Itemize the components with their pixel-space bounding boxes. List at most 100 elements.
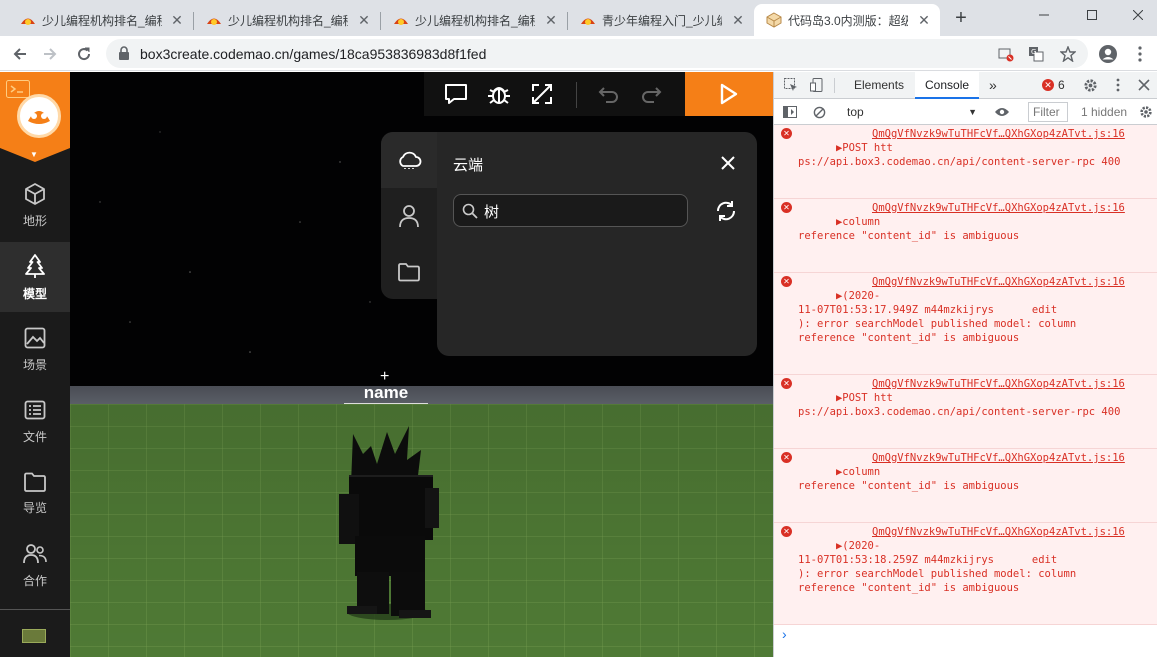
tab-title: 少儿编程机构排名_编程 <box>228 13 348 28</box>
tab-divider <box>834 78 835 93</box>
browser-tab[interactable]: 少儿编程机构排名_编程 ✕ <box>381 4 567 36</box>
error-icon: ✕ <box>781 526 792 537</box>
toolbar-divider <box>576 82 577 108</box>
svg-text:G: G <box>1031 48 1036 56</box>
close-window-icon[interactable] <box>1115 0 1157 30</box>
chat-button[interactable] <box>442 80 470 108</box>
browser-tab[interactable]: 少儿编程机构排名_编程 ✕ <box>194 4 380 36</box>
console-error-message[interactable]: ✕ ▶column reference "content_id" is ambig… <box>774 449 1157 523</box>
chevron-down-icon[interactable]: ▼ <box>30 150 38 159</box>
tab-cloud[interactable] <box>381 132 437 188</box>
bug-icon <box>488 87 510 104</box>
redo-button[interactable] <box>637 80 665 108</box>
model-search-input[interactable] <box>484 200 679 222</box>
cube-icon <box>25 182 45 205</box>
player-name-tag: name <box>344 383 428 404</box>
profile-button[interactable] <box>1097 43 1119 65</box>
sidebar-item-label: 文件 <box>22 429 47 444</box>
close-tab-icon[interactable]: ✕ <box>356 12 372 28</box>
console-error-message[interactable]: ✕ ▶POST htt ps://api.box3.codemao.cn/api/… <box>774 125 1157 199</box>
browser-tab[interactable]: 青少年编程入门_少儿编 ✕ <box>568 4 754 36</box>
error-icon: ✕ <box>781 128 792 139</box>
console-settings-gear-icon[interactable] <box>1138 104 1154 120</box>
map-thumbnail[interactable] <box>22 629 46 643</box>
console-prompt-input[interactable]: › <box>774 625 1157 643</box>
expand-icon <box>532 84 552 104</box>
error-icon: ✕ <box>781 452 792 463</box>
error-count-badge[interactable]: ✕ 6 <box>1042 78 1065 92</box>
folder-icon <box>398 263 420 282</box>
close-tab-icon[interactable]: ✕ <box>730 12 746 28</box>
console-filter-input[interactable]: Filter <box>1028 102 1068 122</box>
console-error-message[interactable]: ✕ ▶column reference "content_id" is ambig… <box>774 199 1157 273</box>
inspect-element-icon[interactable] <box>783 77 799 93</box>
undo-button[interactable] <box>595 80 623 108</box>
player-character[interactable] <box>325 424 445 624</box>
sidebar-item-file[interactable]: 文件 <box>0 386 70 456</box>
console-error-message[interactable]: ✕ ▶(2020- 11-07T01:53:17.949Z m44mzkijrys… <box>774 273 1157 375</box>
play-button[interactable] <box>685 72 773 116</box>
gear-icon[interactable] <box>1082 77 1098 93</box>
source-link[interactable]: QmQgVfNvzk9wTuTHFcVf…QXhGXop4zATvt.js:16 <box>870 525 1125 539</box>
error-count: 6 <box>1058 78 1065 92</box>
debug-button[interactable] <box>485 80 513 108</box>
reload-button[interactable] <box>72 42 96 66</box>
sidebar-item-collab[interactable]: 合作 <box>0 530 70 600</box>
game-viewport[interactable]: 云端 + name <box>70 72 773 657</box>
bookmark-star-icon[interactable] <box>1060 46 1076 62</box>
box3-logo <box>17 94 61 138</box>
source-link[interactable]: QmQgVfNvzk9wTuTHFcVf…QXhGXop4zATvt.js:16 <box>870 201 1125 215</box>
back-button[interactable] <box>8 42 32 66</box>
live-expression-eye-icon[interactable] <box>994 104 1010 120</box>
close-icon <box>721 156 735 170</box>
browser-tab[interactable]: 少儿编程机构排名_编程 ✕ <box>8 4 193 36</box>
source-link[interactable]: QmQgVfNvzk9wTuTHFcVf…QXhGXop4zATvt.js:16 <box>870 451 1125 465</box>
maximize-window-icon[interactable] <box>1069 0 1115 30</box>
console-error-message[interactable]: ✕ ▶POST htt ps://api.box3.codemao.cn/api/… <box>774 375 1157 449</box>
sidebar-item-label: 地形 <box>22 213 47 228</box>
close-panel-button[interactable] <box>717 152 739 174</box>
source-link[interactable]: QmQgVfNvzk9wTuTHFcVf…QXhGXop4zATvt.js:16 <box>870 377 1125 391</box>
hidden-count: 1 hidden <box>1081 105 1128 119</box>
console-error-message[interactable]: ✕ ▶(2020- 11-07T01:53:18.259Z m44mzkijrys… <box>774 523 1157 625</box>
translate-icon[interactable]: G <box>1028 46 1044 62</box>
close-tab-icon[interactable]: ✕ <box>916 12 932 28</box>
game-toolbar <box>424 72 773 116</box>
device-toolbar-icon[interactable] <box>809 77 825 93</box>
new-tab-button[interactable]: + <box>951 8 971 28</box>
minimize-window-icon[interactable] <box>1021 0 1067 30</box>
show-sidebar-icon[interactable] <box>782 104 798 120</box>
devtools-menu-icon[interactable] <box>1110 77 1126 93</box>
folder-icon <box>24 472 46 492</box>
browser-menu-button[interactable] <box>1129 43 1151 65</box>
close-tab-icon[interactable]: ✕ <box>543 12 559 28</box>
fullscreen-button[interactable] <box>528 80 556 108</box>
sidebar-item-navigation[interactable]: 导览 <box>0 458 70 528</box>
source-link[interactable]: QmQgVfNvzk9wTuTHFcVf…QXhGXop4zATvt.js:16 <box>870 127 1125 141</box>
refresh-button[interactable] <box>713 198 739 224</box>
address-bar[interactable]: box3create.codemao.cn/games/18ca95383698… <box>106 39 1088 68</box>
sidebar-item-terrain[interactable]: 地形 <box>0 170 70 240</box>
avatar-icon <box>1099 45 1117 63</box>
tab-console[interactable]: Console <box>915 72 980 99</box>
sidebar-item-scene[interactable]: 场景 <box>0 314 70 384</box>
redo-icon <box>642 87 662 103</box>
clear-console-icon[interactable] <box>811 104 827 120</box>
tab-local-folder[interactable] <box>381 244 437 300</box>
chat-bubble-icon <box>445 84 467 104</box>
tree-icon <box>25 253 45 278</box>
forward-button[interactable] <box>38 42 62 66</box>
close-devtools-icon[interactable] <box>1136 77 1152 93</box>
logo-area[interactable] <box>0 72 70 148</box>
sidebar-item-label: 合作 <box>22 573 47 588</box>
tab-personal[interactable] <box>381 188 437 244</box>
close-tab-icon[interactable]: ✕ <box>169 12 185 28</box>
tab-elements[interactable]: Elements <box>844 72 914 99</box>
browser-tab-active[interactable]: 代码岛3.0内测版：超级 ✕ <box>754 4 940 36</box>
blocked-popup-icon[interactable] <box>998 46 1014 62</box>
context-selector[interactable]: top ▼ <box>841 102 981 122</box>
source-link[interactable]: QmQgVfNvzk9wTuTHFcVf…QXhGXop4zATvt.js:16 <box>870 275 1125 289</box>
codemao-favicon-icon <box>581 18 595 25</box>
more-tabs-icon[interactable]: » <box>979 72 1007 99</box>
sidebar-item-model[interactable]: 模型 <box>0 242 70 312</box>
